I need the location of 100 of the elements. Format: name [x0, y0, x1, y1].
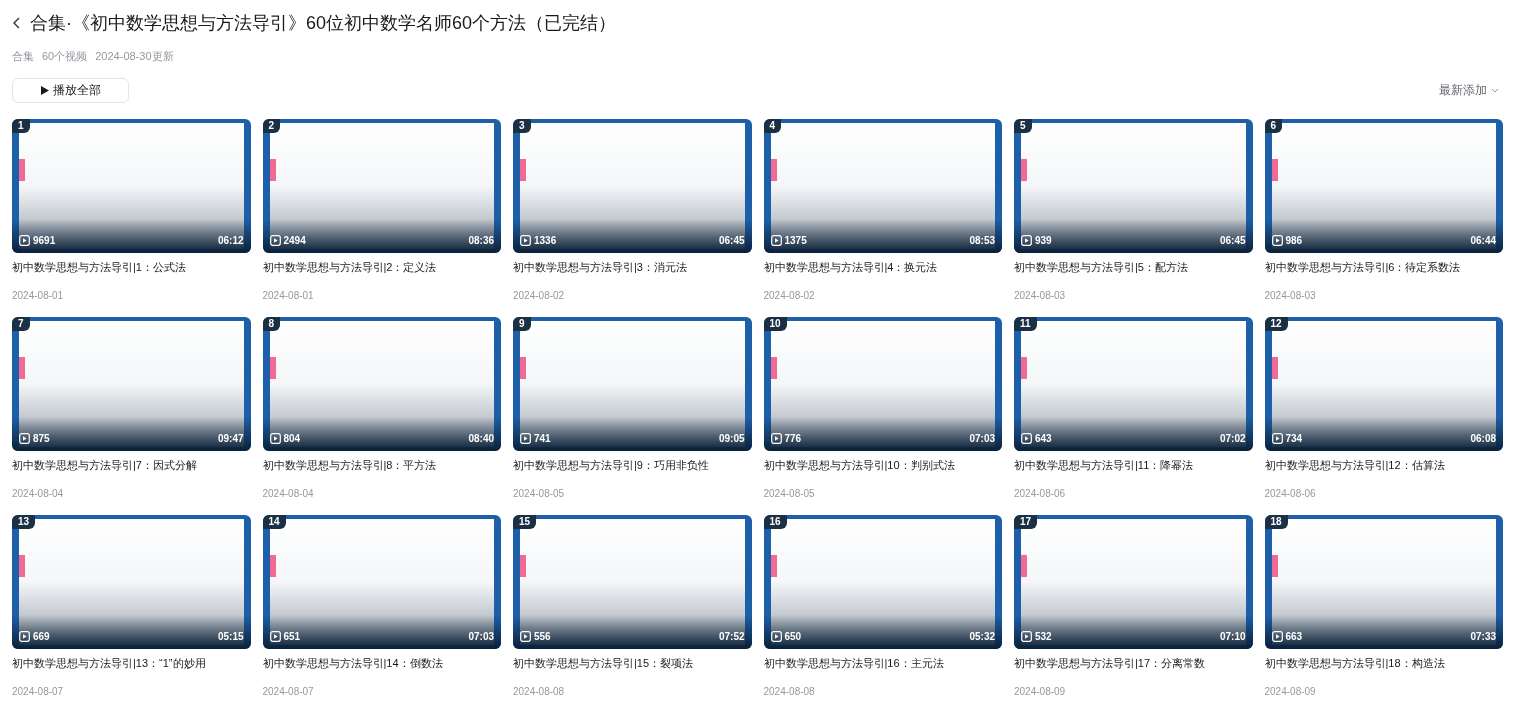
video-thumbnail[interactable] [262, 514, 501, 649]
upload-date: 2024-08-02 [763, 288, 816, 303]
view-count: 875 [33, 431, 50, 446]
video-thumbnail[interactable] [1014, 118, 1253, 253]
video-duration: 08:36 [468, 233, 494, 248]
episode-number: 12 [1264, 316, 1288, 331]
video-thumbnail[interactable] [1264, 118, 1503, 253]
back-icon[interactable] [12, 16, 22, 30]
episode-number: 14 [262, 514, 286, 529]
play-count-icon [19, 234, 30, 246]
video-title[interactable]: 初中数学思想与方法导引|11：降幂法 [1014, 457, 1253, 472]
episode-number: 18 [1264, 514, 1288, 529]
video-thumbnail[interactable] [763, 118, 1002, 253]
video-duration: 05:15 [217, 629, 244, 644]
play-count-icon [19, 432, 30, 444]
chevron-down-icon [1491, 87, 1499, 93]
sort-dropdown[interactable]: 最新添加 [1439, 81, 1503, 99]
video-thumbnail[interactable] [763, 514, 1002, 649]
upload-date: 2024-08-04 [262, 486, 315, 501]
upload-date: 2024-08-05 [763, 486, 816, 501]
video-thumbnail[interactable] [1014, 514, 1253, 649]
play-count-icon [770, 234, 782, 246]
episode-number: 17 [1014, 514, 1038, 529]
video-title[interactable]: 初中数学思想与方法导引|5：配方法 [1014, 259, 1253, 274]
episode-number: 16 [763, 514, 787, 529]
episode-number: 9 [513, 316, 531, 331]
video-title[interactable]: 初中数学思想与方法导引|6：待定系数法 [1264, 259, 1503, 274]
video-thumbnail[interactable] [262, 316, 501, 451]
view-count: 734 [1285, 431, 1303, 446]
play-all-button[interactable]: 播放全部 [12, 77, 129, 103]
video-thumbnail[interactable] [513, 118, 752, 253]
upload-date: 2024-08-01 [262, 288, 315, 303]
video-thumbnail[interactable] [262, 118, 501, 253]
episode-number: 5 [1014, 118, 1032, 133]
episode-number: 10 [763, 316, 787, 331]
video-title[interactable]: 初中数学思想与方法导引|8：平方法 [262, 457, 501, 472]
video-title[interactable]: 初中数学思想与方法导引|14：倒数法 [262, 655, 501, 670]
upload-date: 2024-08-07 [12, 684, 65, 699]
video-thumbnail[interactable] [763, 316, 1002, 451]
video-duration: 09:47 [217, 431, 244, 446]
play-count-icon [1021, 234, 1032, 246]
video-title[interactable]: 初中数学思想与方法导引|16：主元法 [763, 655, 1002, 670]
video-thumbnail[interactable] [513, 514, 752, 649]
video-duration: 07:52 [718, 629, 745, 644]
play-icon [40, 85, 49, 95]
video-thumbnail[interactable] [513, 316, 752, 451]
episode-number: 2 [262, 118, 281, 133]
video-thumbnail[interactable] [1264, 316, 1503, 451]
upload-date: 2024-08-01 [12, 288, 65, 303]
video-thumbnail[interactable] [12, 118, 251, 253]
video-duration: 08:40 [468, 431, 494, 446]
video-title[interactable]: 初中数学思想与方法导引|9：巧用非负性 [513, 457, 752, 472]
video-duration: 06:08 [1470, 431, 1496, 446]
play-count-icon [269, 630, 281, 642]
video-duration: 06:12 [217, 233, 244, 248]
play-count-icon [770, 432, 782, 444]
video-duration: 06:45 [718, 233, 745, 248]
video-thumbnail[interactable] [12, 316, 251, 451]
video-title[interactable]: 初中数学思想与方法导引|13：“1”的妙用 [12, 655, 251, 670]
upload-date: 2024-08-04 [12, 486, 65, 501]
video-duration: 08:53 [969, 233, 995, 248]
upload-date: 2024-08-06 [1014, 486, 1067, 501]
play-count-icon [520, 234, 531, 246]
video-title[interactable]: 初中数学思想与方法导引|17：分离常数 [1014, 655, 1253, 670]
video-title[interactable]: 初中数学思想与方法导引|4：换元法 [763, 259, 1002, 274]
video-duration: 06:44 [1470, 233, 1496, 248]
video-thumbnail[interactable] [12, 514, 251, 649]
video-thumbnail[interactable] [1014, 316, 1253, 451]
episode-number: 11 [1014, 316, 1037, 331]
video-duration: 09:05 [718, 431, 745, 446]
video-thumbnail[interactable] [1264, 514, 1503, 649]
upload-date: 2024-08-09 [1014, 684, 1067, 699]
video-title[interactable]: 初中数学思想与方法导引|10：判别式法 [763, 457, 1002, 472]
play-count-icon [1271, 234, 1283, 246]
video-title[interactable]: 初中数学思想与方法导引|12：估算法 [1264, 457, 1503, 472]
video-title[interactable]: 初中数学思想与方法导引|1：公式法 [12, 259, 251, 274]
view-count: 986 [1285, 233, 1303, 248]
video-duration: 07:02 [1219, 431, 1246, 446]
upload-date: 2024-08-08 [763, 684, 816, 699]
video-duration: 07:03 [468, 629, 494, 644]
video-duration: 05:32 [969, 629, 995, 644]
video-title[interactable]: 初中数学思想与方法导引|2：定义法 [262, 259, 501, 274]
episode-number: 1 [12, 118, 30, 133]
video-title[interactable]: 初中数学思想与方法导引|7：因式分解 [12, 457, 251, 472]
upload-date: 2024-08-03 [1014, 288, 1067, 303]
collection-info: 合集 [12, 49, 34, 64]
video-duration: 06:45 [1219, 233, 1246, 248]
video-title[interactable]: 初中数学思想与方法导引|15：裂项法 [513, 655, 752, 670]
collection-title: 合集·《初中数学思想与方法导引》60位初中数学名师60个方法（已完结） [30, 11, 617, 35]
episode-number: 3 [513, 118, 531, 133]
video-title[interactable]: 初中数学思想与方法导引|3：消元法 [513, 259, 752, 274]
video-title[interactable]: 初中数学思想与方法导引|18：构造法 [1264, 655, 1503, 670]
upload-date: 2024-08-02 [513, 288, 566, 303]
video-duration: 07:33 [1470, 629, 1496, 644]
view-count: 9691 [33, 233, 56, 248]
play-count-icon [1271, 432, 1283, 444]
view-count: 663 [1285, 629, 1303, 644]
play-count-icon [1021, 630, 1032, 642]
view-count: 556 [534, 629, 551, 644]
view-count: 2494 [283, 233, 306, 248]
